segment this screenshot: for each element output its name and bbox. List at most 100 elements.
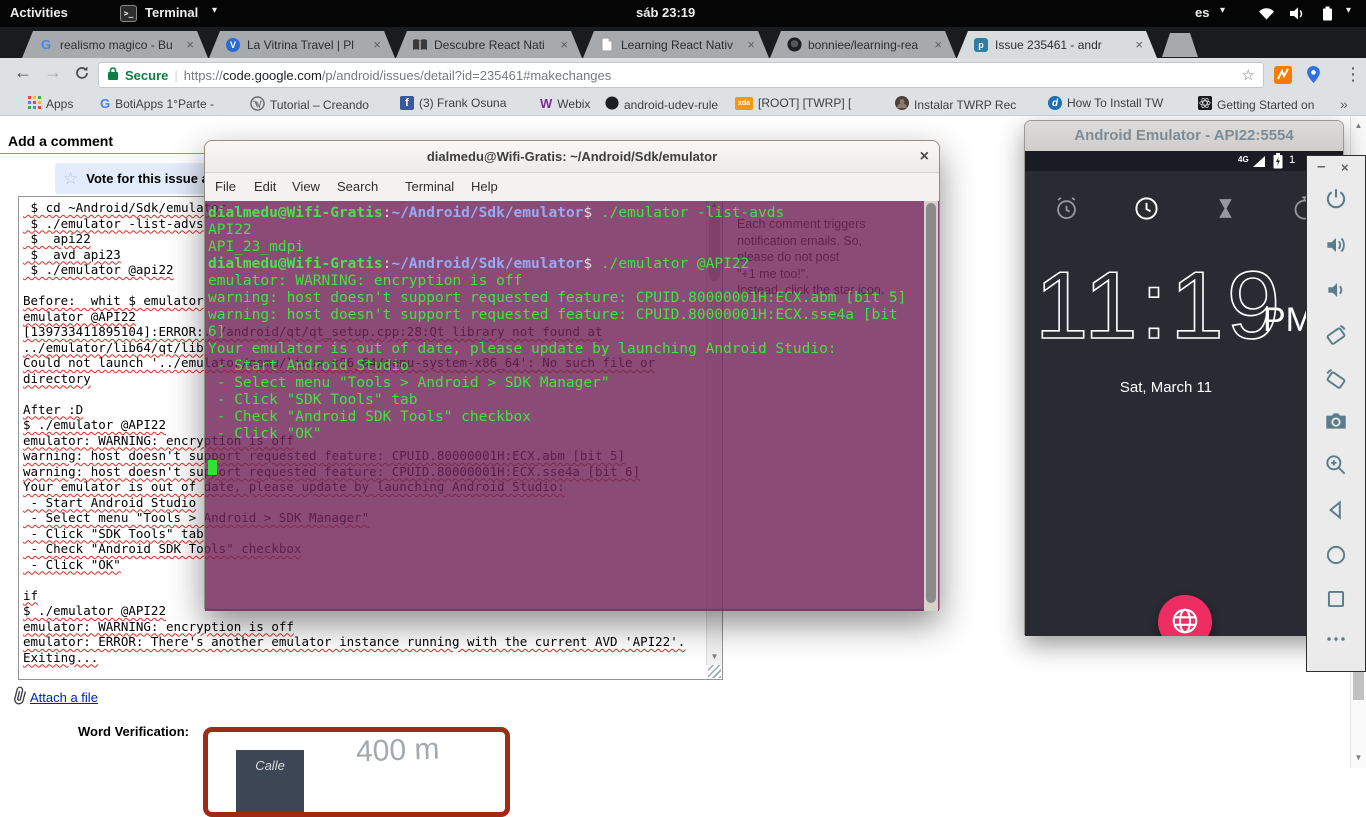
menu-edit[interactable]: Edit [254,179,276,194]
clock-tab-icon-active[interactable] [1133,195,1160,225]
menu-file[interactable]: File [215,179,236,194]
react-icon [1198,96,1212,113]
app-menu-caret-icon: ▾ [212,5,217,16]
terminal-line: - Select menu "Tools > Android > SDK Man… [208,375,610,392]
bookmark-frank-osuna-facebook[interactable]: f (3) Frank Osuna [400,96,506,110]
bookmark-botiapps[interactable]: G BotiApps 1°Parte - [100,96,214,111]
bookmark-getting-started[interactable]: Getting Started on [1198,96,1314,113]
reload-icon[interactable] [74,65,90,86]
terminal-scrollbar[interactable] [924,201,938,611]
terminal-line: emulator: WARNING: encryption is off [208,273,522,290]
back-nav-icon[interactable] [1307,497,1365,526]
activities-button[interactable]: Activities [10,5,68,20]
tab-close-icon[interactable]: × [186,38,194,51]
textarea-resize-grip[interactable] [708,665,721,678]
wordpress-icon [250,96,265,114]
facebook-icon: f [400,96,414,110]
extension-pin-icon[interactable] [1306,66,1321,88]
emulator-title-bar[interactable]: Android Emulator - API22:5554 [1025,121,1343,151]
page-scroll-down-icon[interactable]: ▼ [1351,750,1366,766]
bookmark-instalar-twrp[interactable]: Instalar TWRP Rec [895,96,1016,113]
textarea-line: Before: whit $ emulator [23,293,204,309]
tab-close-icon[interactable]: × [747,38,755,51]
bookmark-root-twrp-xda[interactable]: xda [ROOT] [TWRP] [ [735,96,851,110]
browser-menu-kebab-icon[interactable]: ⋮ [1344,64,1362,85]
tab-realismo-magico[interactable]: G realismo magico - Bu × [22,31,208,58]
terminal-title-bar[interactable]: dialmedu@Wifi-Gratis: ~/Android/Sdk/emul… [205,141,939,173]
home-nav-icon[interactable] [1307,542,1365,571]
terminal-line: - Check "Android SDK Tools" checkbox [208,409,531,426]
power-button-icon[interactable] [1307,186,1365,215]
bookmark-tutorial-wordpress[interactable]: Tutorial – Creando [250,96,369,114]
tab-close-icon[interactable]: × [560,38,568,51]
menu-search[interactable]: Search [337,179,378,194]
bookmark-android-udev-rules[interactable]: android-udev-rule [605,96,718,113]
bookmark-how-to-install-twrp[interactable]: d How To Install TW [1048,96,1163,110]
rotate-right-icon[interactable] [1307,366,1365,395]
textarea-line: emulator @API22 [23,309,136,325]
bookmark-webix[interactable]: W Webix [540,96,590,111]
tab-close-icon[interactable]: × [373,38,381,51]
terminal-window: dialmedu@Wifi-Gratis: ~/Android/Sdk/emul… [204,140,940,610]
book-favicon [412,37,428,53]
emulator-status-bar: 4G 1 [1025,151,1343,171]
textarea-line: - Click "SDK Tools" tab [23,526,204,542]
terminal-line: - Click "OK" [208,426,322,443]
textarea-line: $ cd ~Android/Sdk/emulator [23,200,226,216]
browser-tab-strip: G realismo magico - Bu × V La Vitrina Tr… [0,27,1366,58]
tab-issue-235461-active[interactable]: p Issue 235461 - andr × [957,31,1157,58]
terminal-close-icon[interactable]: × [920,147,929,167]
alarm-tab-icon[interactable] [1053,195,1080,225]
terminal-output[interactable]: dialmedu@Wifi-Gratis:~/Android/Sdk/emula… [205,201,939,611]
more-options-icon[interactable] [1307,633,1365,648]
terminal-line: dialmedu@Wifi-Gratis:~/Android/Sdk/emula… [208,205,784,222]
app-menu-terminal[interactable]: Terminal [145,5,198,20]
paperclip-icon [12,686,28,708]
emulator-minimize-icon[interactable]: – [1317,158,1325,175]
menu-terminal[interactable]: Terminal [405,179,454,194]
textarea-line: $ api22 [23,231,91,247]
terminal-cursor [208,460,217,475]
tab-la-vitrina-travel[interactable]: V La Vitrina Travel | Pl × [209,31,395,58]
extension-zigzag-icon[interactable] [1274,66,1292,89]
rotate-left-icon[interactable] [1307,322,1365,351]
volume-down-icon[interactable] [1307,277,1365,306]
tab-github-learning[interactable]: bonniee/learning-rea × [770,31,956,58]
emulator-close-icon[interactable]: × [1341,160,1349,175]
screenshot-camera-icon[interactable] [1307,408,1365,437]
back-icon[interactable]: ← [14,62,32,83]
timer-hourglass-tab-icon[interactable] [1213,196,1238,224]
tab-learning-react[interactable]: Learning React Nativ × [583,31,769,58]
bookmark-apps[interactable]: Apps [28,96,73,112]
clock-time: 11:19 [1035,251,1283,361]
tab-close-icon[interactable]: × [934,38,942,51]
bookmarks-overflow-icon[interactable]: » [1340,96,1348,112]
d-icon: d [1048,96,1062,110]
clock-label[interactable]: sáb 23:19 [636,5,695,20]
textarea-line: $ avd api23 [23,247,121,263]
terminal-scrollbar-thumb[interactable] [926,203,936,603]
page-scrollbar-thumb[interactable] [1353,672,1364,700]
google-code-favicon: p [973,37,989,53]
tab-descubre-react[interactable]: Descubre React Nati × [396,31,582,58]
system-caret-icon[interactable]: ▾ [1346,5,1351,16]
menu-help[interactable]: Help [471,179,498,194]
world-clock-fab[interactable] [1158,595,1212,636]
volume-up-icon[interactable] [1307,232,1365,261]
menu-view[interactable]: View [292,179,320,194]
address-bar[interactable]: Secure | https://code.google.com/p/andro… [98,62,1264,88]
attach-file-link[interactable]: Attach a file [30,690,98,705]
vote-star-icon[interactable]: ☆ [63,169,78,189]
bookmark-star-icon[interactable]: ☆ [1242,66,1255,84]
tab-close-icon[interactable]: × [1135,38,1143,51]
zoom-icon[interactable] [1307,452,1365,481]
emulator-screen[interactable]: 4G 1 11:19 PM Sat, March 11 [1025,151,1343,636]
document-favicon [599,37,615,53]
terminal-line: Your emulator is out of date, please upd… [208,341,837,358]
page-scroll-up-icon[interactable]: ▲ [1351,118,1366,134]
forward-icon[interactable]: → [44,62,62,83]
new-tab-button[interactable] [1162,33,1198,57]
keyboard-layout[interactable]: es [1195,5,1209,20]
overview-nav-icon[interactable] [1307,586,1365,615]
scroll-down-icon[interactable]: ▼ [707,649,722,665]
